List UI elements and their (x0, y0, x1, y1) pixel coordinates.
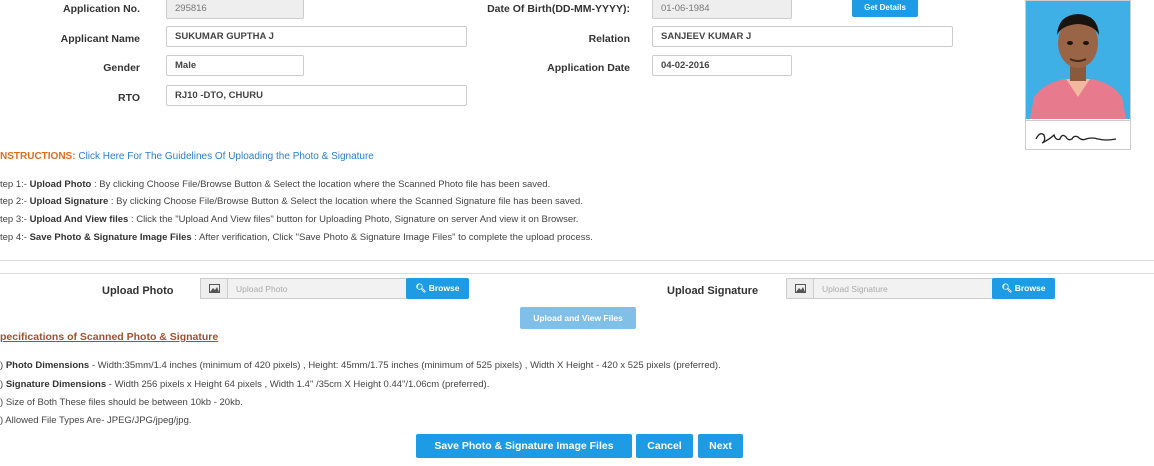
step-prefix: tep 3:- (0, 214, 30, 225)
step-text: : Click the "Upload And View files" butt… (128, 214, 579, 225)
cancel-button[interactable]: Cancel (636, 434, 693, 458)
upload-signature-label: Upload Signature (667, 285, 759, 297)
spec-text: Allowed File Types Are- JPEG/JPG/jpeg/jp… (5, 415, 192, 426)
instruction-step: tep 2:- Upload Signature : By clicking C… (0, 196, 583, 207)
step-title: Upload Signature (29, 196, 109, 207)
browse-signature-button[interactable]: 🔍︎ Browse (992, 278, 1055, 299)
browse-label: Browse (428, 283, 460, 293)
search-icon: 🔍︎ (1001, 283, 1013, 293)
instruction-step: tep 1:- Upload Photo : By clicking Choos… (0, 179, 550, 190)
guidelines-link[interactable]: Click Here For The Guidelines Of Uploadi… (78, 151, 374, 162)
application-no-label: Application No. (63, 3, 140, 15)
dob-label: Date Of Birth(DD-MM-YYYY): (487, 3, 630, 15)
gender-field[interactable]: Male (166, 55, 304, 76)
divider (0, 273, 1154, 274)
spec-text: - Width:35mm/1.4 inches (minimum of 420 … (89, 360, 721, 371)
browse-photo-button[interactable]: 🔍︎ Browse (406, 278, 469, 299)
step-title: Upload Photo (29, 179, 92, 190)
step-title: Upload And View files (29, 214, 129, 225)
applicant-photo (1026, 1, 1130, 119)
next-button[interactable]: Next (698, 434, 743, 458)
spec-text: Size of Both These files should be betwe… (5, 397, 243, 408)
spec-item: ) Size of Both These files should be bet… (0, 397, 243, 408)
applicant-name-label: Applicant Name (60, 33, 140, 45)
spec-title: Signature Dimensions (5, 379, 107, 390)
search-icon: 🔍︎ (415, 283, 427, 293)
save-photo-signature-button[interactable]: Save Photo & Signature Image Files (416, 434, 632, 458)
application-no-field: 295816 (166, 0, 304, 19)
application-date-label: Application Date (547, 62, 630, 74)
step-prefix: tep 1:- (0, 179, 30, 190)
divider (0, 260, 1154, 261)
browse-label: Browse (1014, 283, 1046, 293)
spec-item: ) Allowed File Types Are- JPEG/JPG/jpeg/… (0, 415, 192, 426)
upload-photo-input[interactable]: Upload Photo (227, 278, 407, 299)
dob-field: 01-06-1984 (652, 0, 792, 19)
instruction-step: tep 3:- Upload And View files : Click th… (0, 214, 578, 225)
step-prefix: tep 4:- (0, 232, 30, 243)
rto-label: RTO (118, 92, 140, 104)
upload-photo-label: Upload Photo (102, 285, 174, 297)
image-icon (786, 278, 813, 299)
applicant-signature (1026, 120, 1130, 149)
spec-item: ) Signature Dimensions - Width 256 pixel… (0, 379, 489, 390)
upload-signature-input[interactable]: Upload Signature (813, 278, 993, 299)
specifications-title: pecifications of Scanned Photo & Signatu… (0, 331, 219, 343)
gender-label: Gender (103, 62, 140, 74)
spec-title: Photo Dimensions (5, 360, 90, 371)
step-text: : After verification, Click "Save Photo … (191, 232, 593, 243)
spec-text: - Width 256 pixels x Height 64 pixels , … (106, 379, 490, 390)
step-text: : By clicking Choose File/Browse Button … (91, 179, 551, 190)
instructions-label: NSTRUCTIONS: (0, 151, 76, 162)
step-prefix: tep 2:- (0, 196, 30, 207)
spec-item: ) Photo Dimensions - Width:35mm/1.4 inch… (0, 360, 721, 371)
relation-label: Relation (588, 33, 630, 45)
image-icon (200, 278, 227, 299)
application-date-field[interactable]: 04-02-2016 (652, 55, 792, 76)
rto-field[interactable]: RJ10 -DTO, CHURU (166, 85, 467, 106)
step-text: : By clicking Choose File/Browse Button … (108, 196, 583, 207)
photo-signature-preview (1025, 0, 1131, 150)
upload-and-view-button[interactable]: Upload and View Files (520, 307, 636, 329)
instruction-step: tep 4:- Save Photo & Signature Image Fil… (0, 232, 593, 243)
instructions-heading: NSTRUCTIONS: Click Here For The Guidelin… (0, 151, 374, 162)
applicant-name-field[interactable]: SUKUMAR GUPTHA J (166, 26, 467, 47)
relation-field[interactable]: SANJEEV KUMAR J (652, 26, 953, 47)
step-title: Save Photo & Signature Image Files (29, 232, 192, 243)
get-details-button[interactable]: Get Details (852, 0, 918, 17)
